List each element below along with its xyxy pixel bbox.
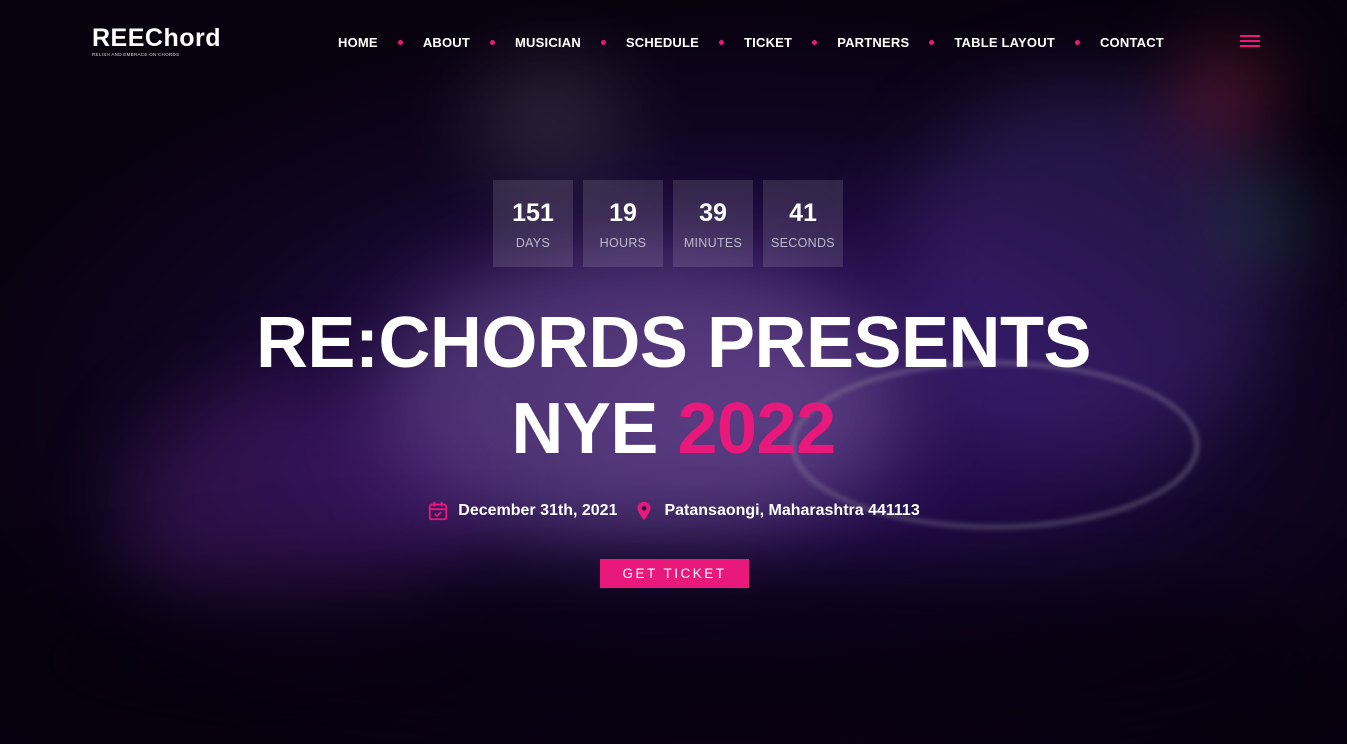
map-pin-icon	[638, 501, 651, 521]
countdown-minutes: 39 MINUTES	[673, 180, 753, 267]
logo-tagline: RELISH AND EMBRACE ON CHORDS	[92, 52, 180, 57]
countdown-hours-value: 19	[609, 199, 637, 227]
logo-text: REEChord	[92, 24, 221, 52]
event-location: Patansaongi, Maharashtra 441113	[633, 500, 920, 522]
nav-contact[interactable]: CONTACT	[1100, 35, 1164, 50]
nav-separator-dot	[719, 39, 725, 45]
hero-title-year: 2022	[677, 389, 836, 469]
hero-title: RE:CHORDS PRESENTS NYE 2022	[0, 300, 1347, 472]
countdown-minutes-label: MINUTES	[683, 236, 743, 250]
nav-musician[interactable]: MUSICIAN	[515, 35, 581, 50]
countdown-seconds-value: 41	[789, 199, 817, 227]
nav-partners[interactable]: PARTNERS	[837, 35, 909, 50]
nav-separator-dot	[490, 39, 496, 45]
nav-home[interactable]: HOME	[338, 35, 378, 50]
countdown-minutes-value: 39	[699, 199, 727, 227]
hero-title-prefix: NYE	[511, 389, 658, 469]
nav-ticket[interactable]: TICKET	[744, 35, 792, 50]
hero-title-line1: RE:CHORDS PRESENTS	[255, 303, 1092, 383]
nav-separator-dot	[600, 39, 606, 45]
nav-table-layout[interactable]: TABLE LAYOUT	[954, 35, 1055, 50]
countdown-seconds-label: SECONDS	[771, 236, 835, 250]
calendar-icon	[429, 501, 448, 521]
nav-schedule[interactable]: SCHEDULE	[626, 35, 699, 50]
site-logo[interactable]: REEChord RELISH AND EMBRACE ON CHORDS	[92, 24, 222, 58]
nav-separator-dot	[812, 39, 818, 45]
countdown-seconds: 41 SECONDS	[763, 180, 843, 267]
nav-separator-dot	[397, 39, 403, 45]
countdown-hours: 19 HOURS	[583, 180, 663, 267]
nav-separator-dot	[1074, 39, 1080, 45]
get-ticket-button[interactable]: GET TICKET	[600, 559, 749, 588]
event-location-text: Patansaongi, Maharashtra 441113	[664, 502, 920, 519]
event-meta: December 31th, 2021 Patansaongi, Maharas…	[0, 500, 1347, 522]
main-nav: HOME ABOUT MUSICIAN SCHEDULE TICKET PART…	[338, 32, 1164, 52]
countdown-timer: 151 DAYS 19 HOURS 39 MINUTES 41 SECONDS	[493, 180, 843, 267]
countdown-days: 151 DAYS	[493, 180, 573, 267]
site-header: REEChord RELISH AND EMBRACE ON CHORDS HO…	[0, 0, 1347, 84]
hamburger-icon[interactable]	[1240, 35, 1260, 49]
event-date: December 31th, 2021	[427, 500, 617, 522]
countdown-days-label: DAYS	[515, 236, 551, 250]
countdown-days-value: 151	[512, 199, 554, 227]
nav-about[interactable]: ABOUT	[423, 35, 470, 50]
nav-separator-dot	[929, 39, 935, 45]
countdown-hours-label: HOURS	[599, 236, 647, 250]
event-date-text: December 31th, 2021	[458, 502, 618, 519]
